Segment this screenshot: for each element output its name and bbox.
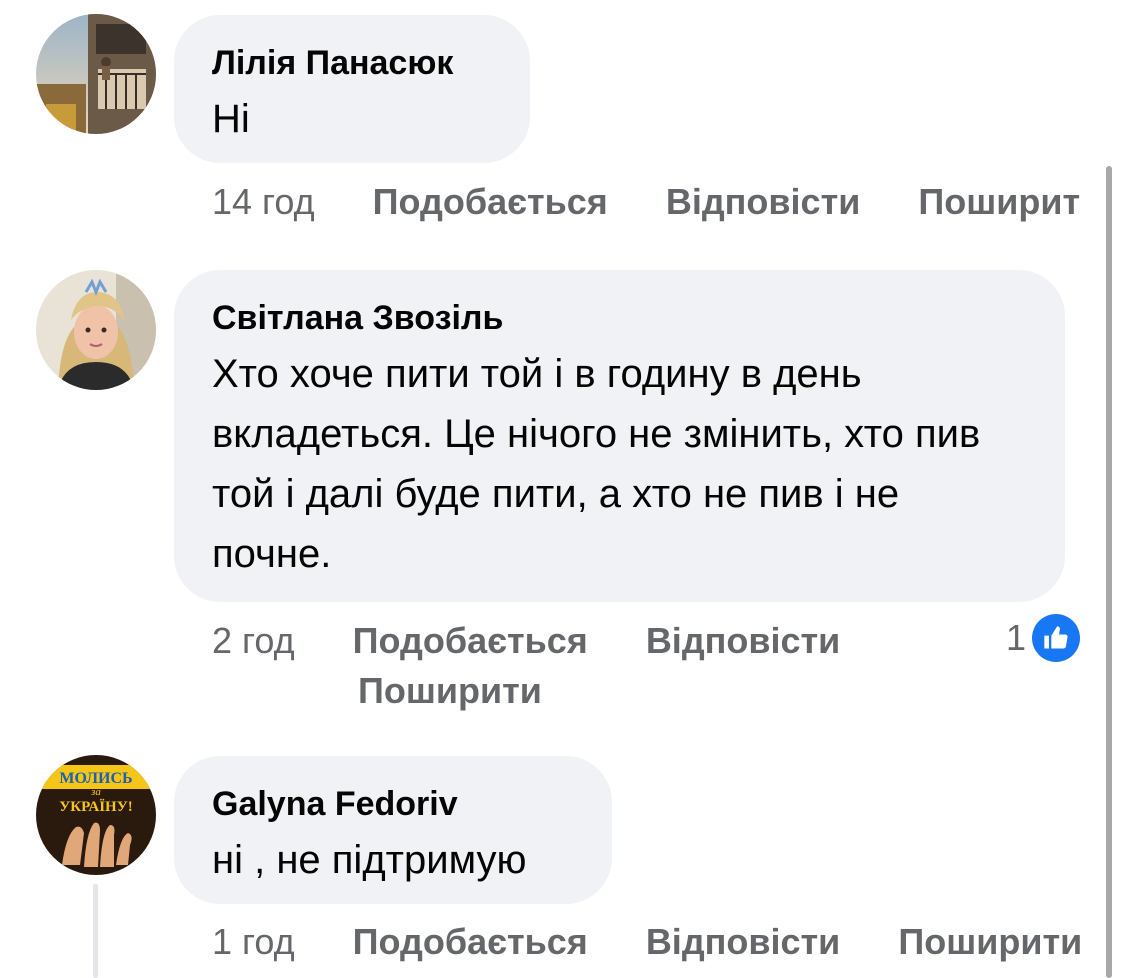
- reply-button[interactable]: Відповісти: [666, 181, 861, 222]
- comment-actions: 14 год Подобається Відповісти Поширит: [212, 178, 1080, 226]
- comment-bubble: Galyna Fedoriv ні , не підтримую: [174, 756, 612, 904]
- avatar-text-mid: за: [90, 786, 101, 798]
- comment-actions: 2 год Подобається Відповісти Поширити: [212, 616, 952, 716]
- avatar-text-top: МОЛИСЬ: [59, 770, 132, 787]
- photo-balcony-avatar-icon: [36, 14, 156, 134]
- reply-thread-line: [93, 884, 98, 978]
- scrollbar[interactable]: [1106, 166, 1112, 978]
- reply-button[interactable]: Відповісти: [646, 921, 841, 962]
- avatar[interactable]: МОЛИСЬ за УКРАЇНУ!: [36, 755, 156, 875]
- like-button[interactable]: Подобається: [353, 620, 588, 661]
- like-button[interactable]: Подобається: [353, 921, 588, 962]
- comment-text: Ні: [212, 97, 250, 141]
- comment-author[interactable]: Лілія Панасюк: [212, 43, 492, 83]
- comment-time[interactable]: 14 год: [212, 181, 315, 222]
- like-button[interactable]: Подобається: [373, 181, 608, 222]
- comment-bubble: Світлана Звозіль Хто хоче пити той і в г…: [174, 270, 1065, 602]
- share-button[interactable]: Поширити: [898, 921, 1082, 962]
- comment-author[interactable]: Світлана Звозіль: [212, 298, 1027, 338]
- comment-text: ні , не підтримую: [212, 838, 527, 882]
- photo-woman-avatar-icon: [36, 270, 156, 390]
- comment-author[interactable]: Galyna Fedoriv: [212, 784, 574, 824]
- share-button[interactable]: Поширит: [918, 181, 1080, 222]
- comment-text: Хто хоче пити той і в годину в день вкла…: [212, 352, 981, 576]
- comments-feed: Лілія Панасюк Ні 14 год Подобається Відп…: [0, 0, 1125, 978]
- prayer-hands-avatar-icon: МОЛИСЬ за УКРАЇНУ!: [36, 755, 156, 875]
- avatar-text-bottom: УКРАЇНУ!: [59, 799, 132, 815]
- reaction-count: 1: [1006, 617, 1027, 658]
- avatar[interactable]: [36, 14, 156, 134]
- comment-time[interactable]: 2 год: [212, 620, 295, 661]
- share-button[interactable]: Поширити: [358, 670, 542, 711]
- comment-time[interactable]: 1 год: [212, 921, 295, 962]
- reaction-summary[interactable]: 1: [1006, 614, 1081, 662]
- comment-bubble: Лілія Панасюк Ні: [174, 15, 530, 163]
- avatar[interactable]: [36, 270, 156, 390]
- reply-button[interactable]: Відповісти: [646, 620, 841, 661]
- comment-actions: 1 год Подобається Відповісти Поширити: [212, 918, 1082, 966]
- like-icon: [1032, 614, 1081, 662]
